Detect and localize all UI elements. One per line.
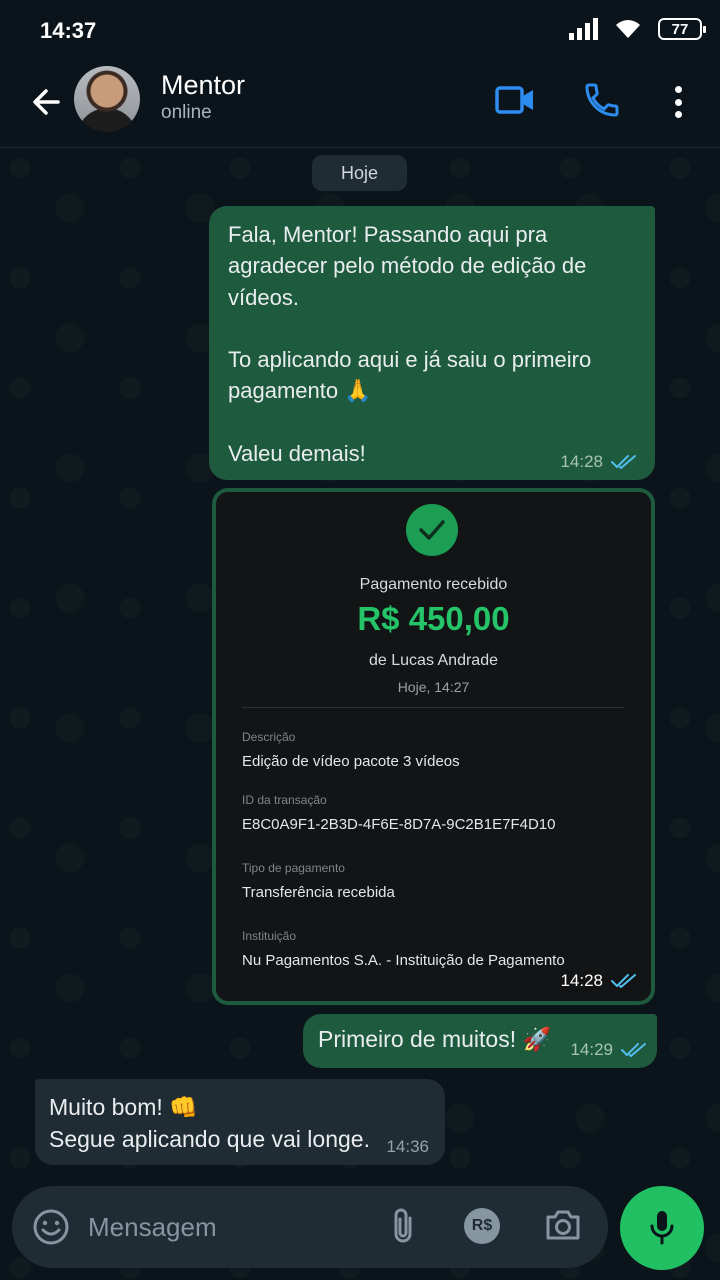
contact-status: online <box>161 102 212 123</box>
camera-icon <box>546 1210 580 1240</box>
outgoing-image-message[interactable]: Pagamento recebido R$ 450,00 de Lucas An… <box>212 488 655 1005</box>
message-time: 14:28 <box>560 452 603 471</box>
receipt-field-value: Transferência recebida <box>242 884 395 901</box>
message-composer: R$ <box>12 1186 608 1268</box>
receipt-field-value: E8C0A9F1-2B3D-4F6E-8D7A-9C2B1E7F4D10 <box>242 816 556 833</box>
status-time: 14:37 <box>40 18 97 43</box>
message-meta: 14:36 <box>386 1137 429 1157</box>
emoji-button[interactable] <box>32 1208 70 1251</box>
message-time: 14:28 <box>560 971 603 990</box>
receipt-field-label: Tipo de pagamento <box>242 861 345 875</box>
wifi-icon <box>616 20 640 38</box>
dot-icon <box>674 111 682 118</box>
double-check-icon <box>621 1043 646 1057</box>
incoming-message[interactable]: Muito bom! 👊 Segue aplicando que vai lon… <box>35 1079 445 1165</box>
receipt-field-value: Edição de vídeo pacote 3 vídeos <box>242 753 460 770</box>
more-options-button[interactable] <box>664 82 692 122</box>
date-chip: Hoje <box>312 155 407 191</box>
battery-indicator: 77 <box>658 18 706 40</box>
video-call-button[interactable] <box>494 84 536 121</box>
message-meta: 14:28 <box>560 971 637 991</box>
double-check-icon <box>611 455 636 469</box>
voice-call-button[interactable] <box>582 80 622 125</box>
receipt-field-label: Descrição <box>242 730 296 744</box>
receipt-amount: R$ 450,00 <box>357 600 510 637</box>
back-button[interactable] <box>26 82 66 122</box>
chat-header: Mentor online <box>0 60 720 148</box>
receipt-sender: de Lucas Andrade <box>369 652 498 669</box>
receipt-field-label: ID da transação <box>242 793 327 807</box>
status-icons: 77 <box>568 18 706 40</box>
microphone-icon <box>650 1211 674 1245</box>
attach-button[interactable] <box>390 1206 416 1251</box>
receipt-title: Pagamento recebido <box>359 576 508 593</box>
outgoing-message[interactable]: Primeiro de muitos! 🚀 14:29 <box>303 1014 657 1068</box>
signal-icon <box>569 18 598 40</box>
camera-button[interactable] <box>544 1208 582 1247</box>
message-time: 14:36 <box>386 1137 429 1156</box>
video-camera-icon <box>495 86 533 114</box>
double-check-icon <box>611 974 636 988</box>
message-time: 14:29 <box>570 1040 613 1059</box>
receipt-field-label: Instituição <box>242 929 297 943</box>
emoji-icon <box>33 1209 69 1245</box>
receipt-date: Hoje, 14:27 <box>397 679 470 695</box>
avatar[interactable] <box>74 66 140 132</box>
contact-name[interactable]: Mentor <box>161 70 245 101</box>
message-text: Fala, Mentor! Passando aqui pra agradece… <box>228 222 592 467</box>
payment-button[interactable]: R$ <box>464 1208 500 1244</box>
status-bar: 14:37 77 <box>0 0 720 60</box>
voice-message-button[interactable] <box>620 1186 704 1270</box>
message-meta: 14:28 <box>560 452 637 472</box>
paperclip-icon <box>394 1208 412 1243</box>
success-check-icon <box>406 504 458 556</box>
arrow-left-icon <box>33 89 60 115</box>
payment-receipt: Pagamento recebido R$ 450,00 de Lucas An… <box>216 492 651 1001</box>
receipt-field-value: Nu Pagamentos S.A. - Instituição de Paga… <box>242 952 565 969</box>
message-text: Muito bom! 👊 Segue aplicando que vai lon… <box>49 1094 370 1152</box>
divider <box>242 707 624 708</box>
dot-icon <box>674 98 682 106</box>
message-input[interactable] <box>88 1206 358 1248</box>
phone-icon <box>585 83 619 117</box>
dot-icon <box>674 86 682 93</box>
message-meta: 14:29 <box>570 1040 647 1060</box>
message-text: Primeiro de muitos! 🚀 <box>318 1026 552 1052</box>
outgoing-message[interactable]: Fala, Mentor! Passando aqui pra agradece… <box>209 206 655 480</box>
checkmark-icon <box>419 520 445 540</box>
